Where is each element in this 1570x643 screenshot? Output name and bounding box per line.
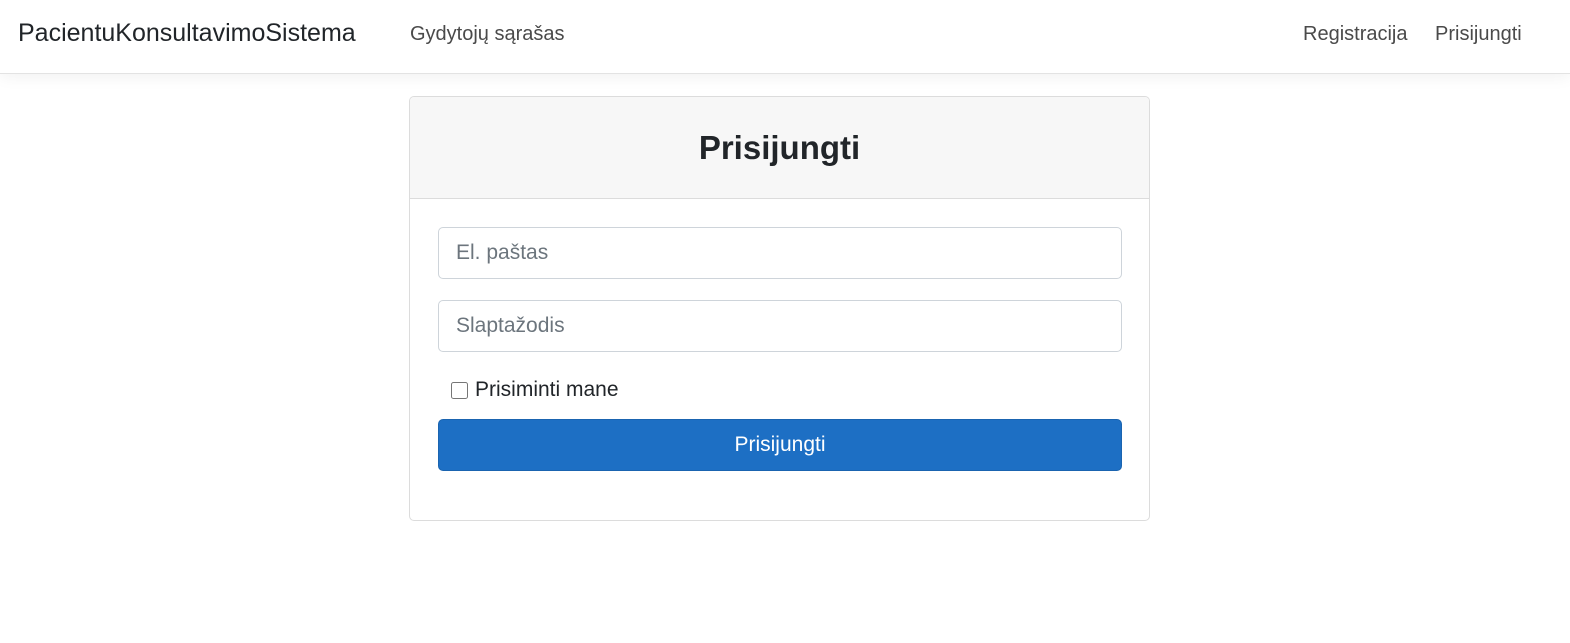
brand-link[interactable]: PacientuKonsultavimoSistema	[18, 19, 356, 48]
login-card: Prisijungti Prisiminti mane Prisijungti	[409, 96, 1150, 521]
top-navbar: PacientuKonsultavimoSistema Gydytojų sąr…	[0, 0, 1570, 74]
login-card-header: Prisijungti	[410, 97, 1149, 199]
email-input[interactable]	[438, 227, 1122, 279]
remember-me-checkbox[interactable]	[451, 381, 468, 399]
remember-me-option[interactable]: Prisiminti mane	[451, 378, 619, 402]
nav-link-login[interactable]: Prisijungti	[1435, 23, 1522, 46]
login-title: Prisijungti	[698, 128, 861, 166]
remember-me-label: Prisiminti mane	[475, 378, 619, 401]
login-submit-button[interactable]: Prisijungti	[438, 419, 1122, 471]
nav-link-register[interactable]: Registracija	[1303, 23, 1407, 46]
password-input[interactable]	[438, 300, 1122, 352]
nav-link-doctors-list[interactable]: Gydytojų sąrašas	[410, 23, 565, 46]
